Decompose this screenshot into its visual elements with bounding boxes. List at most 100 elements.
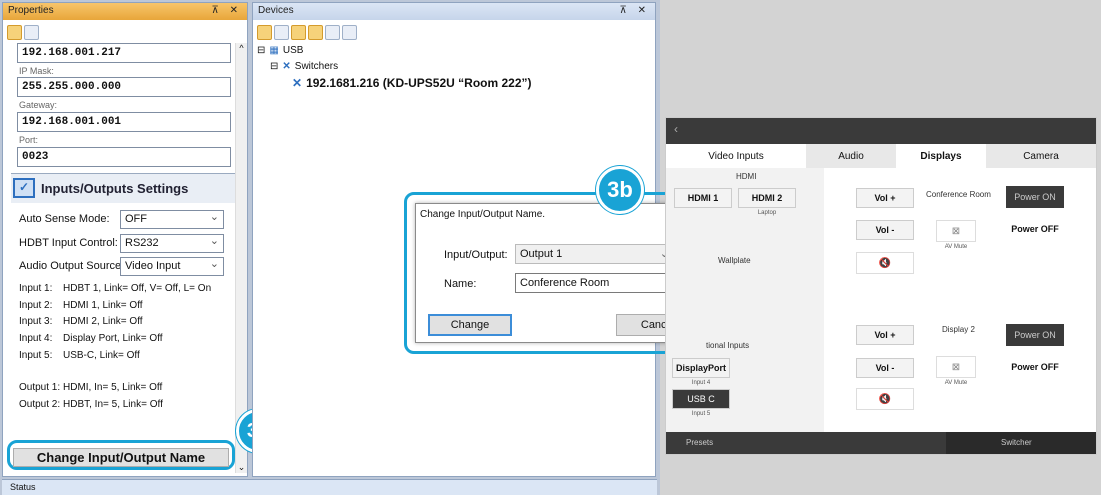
page-icon[interactable]	[24, 24, 39, 40]
input5-label: Input 5	[691, 411, 711, 417]
dialog-change-button[interactable]: Change	[428, 314, 512, 336]
displayport-button[interactable]: DisplayPort	[672, 358, 730, 378]
back-icon[interactable]: ‹	[674, 122, 678, 136]
usb-icon: ▦	[269, 45, 279, 56]
usbc-button[interactable]: USB C	[672, 389, 730, 409]
input-3-value: HDMI 2, Link= Off	[63, 316, 143, 327]
properties-panel: Properties ⊼ ✕ 192.168.001.217 IP Mask: 2…	[2, 2, 248, 477]
audio-mute-icon-2[interactable]: 🔇	[856, 388, 914, 410]
io-settings-title: Inputs/Outputs Settings	[41, 181, 189, 196]
collapse-icon[interactable]: ⊟	[257, 45, 265, 56]
output-2-label: Output 2:	[19, 399, 61, 410]
scrollbar[interactable]: ^ ⌄	[235, 43, 247, 473]
av-mute-label-2: AV Mute	[944, 380, 968, 386]
status-label: Status	[10, 482, 36, 492]
input-3-label: Input 3:	[19, 316, 53, 327]
presets-button[interactable]: Presets	[686, 438, 713, 447]
properties-titlebar: Properties ⊼ ✕	[3, 3, 247, 20]
output-1-value: HDMI, In= 5, Link= Off	[63, 382, 163, 393]
switcher-icon: ✕	[282, 61, 291, 72]
devices-titlebar: Devices ⊼ ✕	[253, 3, 655, 20]
collapse-icon[interactable]: ⊟	[270, 61, 278, 72]
audio-source-label: Audio Output Source:	[19, 260, 125, 272]
auto-sense-select[interactable]: OFF	[120, 210, 224, 229]
vol-up-button-1[interactable]: Vol +	[856, 188, 914, 208]
tab-displays[interactable]: Displays	[896, 144, 986, 168]
gateway-label: Gateway:	[19, 100, 58, 110]
properties-toolbar	[7, 22, 243, 42]
device-label: 192.1681.216 (KD-UPS52U “Room 222”)	[306, 76, 532, 90]
step-badge-3b: 3b	[596, 166, 644, 214]
av-mute-icon[interactable]: ⊠	[936, 220, 976, 242]
panel-controls[interactable]: ⊼ ✕	[212, 5, 242, 18]
tab-video-inputs[interactable]: Video Inputs	[666, 144, 806, 168]
devices-toolbar	[257, 22, 651, 42]
save-icon[interactable]	[342, 24, 357, 40]
io-settings-header: ✓ Inputs/Outputs Settings	[11, 173, 235, 203]
power-off-button-1[interactable]: Power OFF	[1006, 218, 1064, 240]
status-titlebar: Status	[2, 479, 657, 495]
vol-up-button-2[interactable]: Vol +	[856, 325, 914, 345]
refresh-icon[interactable]	[7, 24, 22, 40]
input-1-label: Input 1:	[19, 283, 53, 294]
laptop-label: Laptop	[757, 210, 777, 216]
ip-address-field[interactable]: 192.168.001.217	[17, 43, 231, 63]
io-label: Input/Output:	[444, 249, 508, 261]
port-field[interactable]: 0023	[17, 147, 231, 167]
tab-camera[interactable]: Camera	[986, 144, 1096, 168]
auto-sense-label: Auto Sense Mode:	[19, 213, 110, 225]
power-on-button-1[interactable]: Power ON	[1006, 186, 1064, 208]
device-icon: ✕	[292, 76, 303, 90]
scroll-up-icon[interactable]: ^	[236, 43, 247, 53]
add-device-icon[interactable]	[257, 24, 272, 40]
copy-icon[interactable]	[325, 24, 340, 40]
additional-inputs-label: tional Inputs	[706, 341, 750, 350]
power-on-button-2[interactable]: Power ON	[1006, 324, 1064, 346]
audio-source-select[interactable]: Video Input	[120, 257, 224, 276]
grid-icon[interactable]	[274, 24, 289, 40]
tree-switchers[interactable]: ⊟ ✕ Switchers	[270, 61, 338, 72]
conference-room-label: Conference Room	[926, 190, 991, 199]
input-5-label: Input 5:	[19, 350, 53, 361]
app-footer: Presets Switcher	[666, 432, 1096, 454]
wallplate-label: Wallplate	[718, 256, 751, 265]
hdmi1-button[interactable]: HDMI 1	[674, 188, 732, 208]
ip-mask-label: IP Mask:	[19, 66, 54, 76]
hdmi2-button[interactable]: HDMI 2	[738, 188, 796, 208]
av-mute-label: AV Mute	[944, 244, 968, 250]
switcher-button[interactable]: Switcher	[946, 432, 1096, 454]
input-4-value: Display Port, Link= Off	[63, 333, 163, 344]
hdbt-select[interactable]: RS232	[120, 234, 224, 253]
input-2-label: Input 2:	[19, 300, 53, 311]
ip-mask-field[interactable]: 255.255.000.000	[17, 77, 231, 97]
io-select-value: Output 1	[520, 248, 563, 260]
input-1-value: HDBT 1, Link= Off, V= Off, L= On	[63, 283, 212, 294]
scroll-down-icon[interactable]: ⌄	[236, 462, 247, 473]
tree-usb[interactable]: ⊟ ▦ USB	[257, 45, 303, 56]
vol-down-button-1[interactable]: Vol -	[856, 220, 914, 240]
name-label: Name:	[444, 278, 477, 290]
tool-icon[interactable]	[308, 24, 323, 40]
av-mute-icon-2[interactable]: ⊠	[936, 356, 976, 378]
input4-label: Input 4	[691, 380, 711, 386]
output-2-value: HDBT, In= 5, Link= Off	[63, 399, 163, 410]
gateway-field[interactable]: 192.168.001.001	[17, 112, 231, 132]
tab-audio[interactable]: Audio	[806, 144, 896, 168]
io-select[interactable]: Output 1⌄	[515, 244, 675, 264]
hdbt-label: HDBT Input Control:	[19, 237, 118, 249]
change-io-name-button[interactable]: Change Input/Output Name	[13, 448, 229, 467]
switchers-label: Switchers	[294, 61, 339, 72]
power-off-button-2[interactable]: Power OFF	[1006, 356, 1064, 378]
usb-label: USB	[282, 45, 304, 56]
devices-panel-controls[interactable]: ⊼ ✕	[620, 5, 650, 18]
port-label: Port:	[19, 135, 39, 145]
input-4-label: Input 4:	[19, 333, 53, 344]
tree-device[interactable]: ✕ 192.1681.216 (KD-UPS52U “Room 222”)	[292, 76, 532, 90]
audio-mute-icon[interactable]: 🔇	[856, 252, 914, 274]
vol-down-button-2[interactable]: Vol -	[856, 358, 914, 378]
name-input[interactable]: Conference Room	[515, 273, 675, 293]
link-icon[interactable]	[291, 24, 306, 40]
hdmi-label: HDMI	[736, 172, 757, 181]
input-5-value: USB-C, Link= Off	[63, 350, 140, 361]
display2-label: Display 2	[942, 325, 975, 334]
